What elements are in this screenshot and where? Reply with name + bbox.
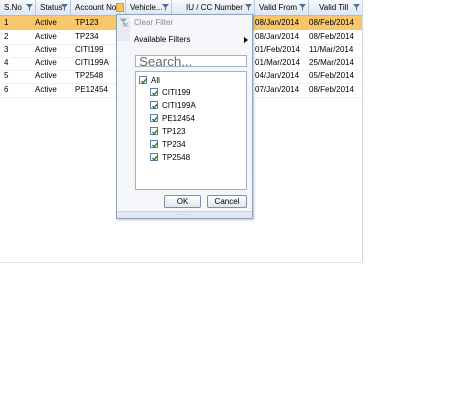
cell-valid-from: 01/Mar/2014 — [255, 58, 300, 67]
cell-status: Active — [35, 85, 57, 94]
available-filters-item[interactable]: Available Filters — [117, 33, 252, 46]
column-header-iu-cc-number[interactable]: IU / CC Number — [172, 0, 255, 15]
column-header-valid-till[interactable]: Valid Till — [309, 0, 362, 15]
submenu-arrow-icon — [244, 37, 248, 43]
cell-status: Active — [35, 18, 57, 27]
cell-valid-till: 11/Mar/2014 — [309, 45, 354, 54]
cell-valid-from: 07/Jan/2014 — [255, 85, 300, 94]
cell-status: Active — [35, 32, 57, 41]
cell-valid-from: 08/Jan/2014 — [255, 18, 300, 27]
cell-valid-from: 01/Feb/2014 — [255, 45, 300, 54]
cell-valid-till: 08/Feb/2014 — [309, 85, 354, 94]
cell-valid-till: 08/Feb/2014 — [309, 18, 354, 27]
checkbox-checked-icon[interactable] — [150, 114, 159, 122]
clear-filter-icon — [119, 18, 128, 27]
filter-icon[interactable] — [61, 4, 68, 11]
cell-status: Active — [35, 71, 57, 80]
filter-icon[interactable] — [162, 4, 169, 11]
cell-valid-from: 08/Jan/2014 — [255, 32, 300, 41]
grip-dots-icon: ···· — [177, 212, 189, 218]
filter-icon-active[interactable] — [116, 3, 124, 12]
clear-filter-item[interactable]: Clear Filter — [117, 16, 252, 29]
filter-icon[interactable] — [299, 4, 306, 11]
cell-valid-from: 04/Jan/2014 — [255, 71, 300, 80]
column-header-account-no[interactable]: Account No — [71, 0, 126, 15]
cell-valid-till: 05/Feb/2014 — [309, 71, 354, 80]
ok-button[interactable]: OK — [164, 195, 201, 208]
filter-search-input[interactable] — [135, 55, 247, 67]
filter-icon[interactable] — [353, 4, 360, 11]
checkbox-checked-icon[interactable] — [139, 76, 148, 84]
resize-grip[interactable]: ···· — [117, 211, 252, 218]
cancel-button[interactable]: Cancel — [207, 195, 247, 208]
filter-icon[interactable] — [26, 4, 33, 11]
checkbox-checked-icon[interactable] — [150, 140, 159, 148]
filter-icon[interactable] — [245, 4, 252, 11]
checkbox-checked-icon[interactable] — [150, 101, 159, 109]
column-header-valid-from[interactable]: Valid From — [255, 0, 309, 15]
checkbox-checked-icon[interactable] — [150, 88, 159, 96]
cell-status: Active — [35, 58, 57, 67]
checkbox-checked-icon[interactable] — [150, 153, 159, 161]
column-header-vehicle[interactable]: Vehicle... — [126, 0, 172, 15]
column-header-sno[interactable]: S.No — [0, 0, 36, 15]
filter-popup: Clear Filter Available Filters All CITI1… — [116, 14, 253, 219]
cell-valid-till: 08/Feb/2014 — [309, 32, 354, 41]
column-header-status[interactable]: Status — [36, 0, 71, 15]
cell-status: Active — [35, 45, 57, 54]
cell-valid-till: 25/Mar/2014 — [309, 58, 354, 67]
checkbox-checked-icon[interactable] — [150, 127, 159, 135]
filter-values-list: All CITI199 CITI199A PE12454 TP123 TP234… — [135, 71, 247, 190]
